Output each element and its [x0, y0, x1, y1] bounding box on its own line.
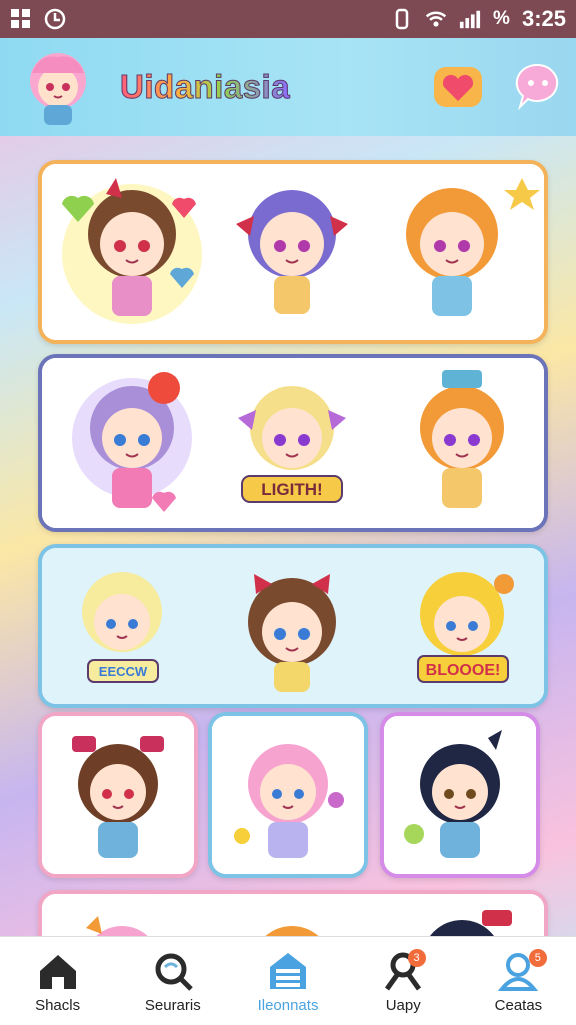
sticker-pack-1 — [42, 164, 544, 340]
sticker-label: LIGITH! — [261, 480, 322, 499]
bottom-navigation: Shacls Seuraris Ileonnats 3 Uapy 5 Ceata… — [0, 936, 576, 1025]
sticker-tile[interactable] — [38, 712, 198, 878]
sticker-pack-3: EECCW BLOOOE! — [42, 548, 544, 704]
battery-indicator: % — [493, 8, 510, 29]
sticker-pack-2: LIGITH! — [42, 358, 544, 528]
signal-icon — [459, 8, 481, 30]
collections-icon — [270, 952, 306, 989]
chat-icon[interactable] — [514, 61, 562, 113]
heart-icon[interactable] — [432, 61, 484, 113]
nav-item-apps[interactable]: 3 Uapy — [346, 937, 461, 1025]
sticker-pack-card[interactable]: EECCW BLOOOE! — [38, 544, 548, 708]
sticker-pack-card[interactable] — [38, 890, 548, 936]
sticker-tile-art — [384, 716, 536, 874]
nav-label: Ceatas — [494, 996, 543, 1014]
sticker-tile[interactable] — [380, 712, 540, 878]
app-bar: Uidaniasia — [0, 38, 576, 136]
sticker-pack-card[interactable] — [38, 160, 548, 344]
sticker-grid: LIGITH! EECCW BLOOOE! — [0, 136, 576, 936]
nav-item-search[interactable]: Seuraris — [115, 937, 230, 1025]
sticker-pack-card[interactable]: LIGITH! — [38, 354, 548, 532]
search-icon — [155, 953, 193, 991]
nav-item-collections[interactable]: Ileonnats — [230, 937, 345, 1025]
app-avatar[interactable] — [14, 43, 102, 131]
nav-label: Ileonnats — [257, 996, 319, 1014]
notification-badge: 3 — [407, 949, 426, 967]
sticker-tile-art — [42, 716, 194, 874]
sticker-pack-5 — [42, 894, 544, 936]
grid-icon — [10, 8, 32, 30]
nav-item-profile[interactable]: 5 Ceatas — [461, 937, 576, 1025]
nav-label: Uapy — [385, 996, 421, 1014]
wifi-icon — [425, 8, 447, 30]
app-title: Uidaniasia — [119, 68, 291, 106]
at-icon — [44, 8, 66, 30]
home-icon — [39, 954, 76, 989]
chibi-blonde-hair — [82, 572, 162, 652]
notification-badge: 5 — [528, 949, 547, 967]
sticker-tile[interactable] — [208, 712, 368, 878]
vibrate-icon — [391, 8, 413, 30]
sticker-label: BLOOOE! — [426, 662, 501, 679]
sticker-label: EECCW — [99, 664, 148, 679]
nav-label: Shacls — [35, 996, 81, 1014]
sticker-tile-art — [212, 716, 364, 874]
status-bar: % 3:25 — [0, 0, 576, 38]
nav-label: Seuraris — [144, 996, 201, 1014]
clock: 3:25 — [521, 6, 566, 31]
nav-item-home[interactable]: Shacls — [0, 937, 115, 1025]
